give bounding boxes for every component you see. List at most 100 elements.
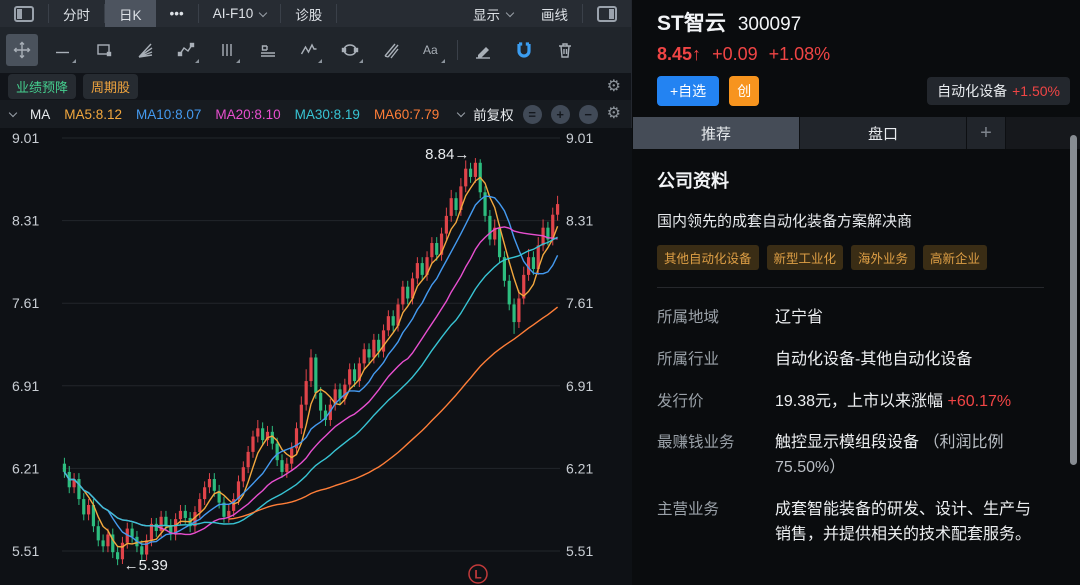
- y-axis-label-left: 8.31: [12, 213, 39, 229]
- field-value: 成套智能装备的研发、设计、生产与销售，并提供相关的技术配套服务。: [775, 498, 1044, 548]
- candle-body: [155, 524, 158, 531]
- company-tagline: 国内领先的成套自动化装备方案解决商: [657, 210, 1044, 231]
- candle-body: [430, 243, 433, 257]
- candle-body: [508, 281, 511, 305]
- candle-body: [488, 216, 491, 240]
- tab-ai-f10[interactable]: AI-F10: [199, 0, 281, 27]
- field-label: 最赚钱业务: [657, 431, 775, 481]
- candle-body: [145, 540, 148, 554]
- move-cross-tool[interactable]: [6, 34, 38, 66]
- gann-tool[interactable]: [252, 34, 284, 66]
- candle-body: [532, 257, 535, 269]
- drawing-toolbar: Aa: [0, 27, 631, 73]
- vertical-lines-icon: [217, 40, 237, 60]
- magnet-tool[interactable]: [508, 34, 540, 66]
- chinext-board-badge[interactable]: 创: [729, 76, 759, 106]
- display-menu-button[interactable]: 显示: [459, 0, 527, 27]
- polyline-tool[interactable]: [170, 34, 202, 66]
- candle-body: [242, 467, 245, 481]
- circle-tool[interactable]: [334, 34, 366, 66]
- chart-settings-gear-icon[interactable]: ⚙: [607, 106, 621, 122]
- move-cross-icon: [12, 40, 32, 60]
- text-tool[interactable]: Aa: [416, 34, 448, 66]
- candle-body: [256, 428, 259, 436]
- zoom-in-button[interactable]: +: [551, 105, 570, 124]
- panel-right-icon: [597, 6, 617, 22]
- wave-tool[interactable]: [293, 34, 325, 66]
- trash-icon: [555, 40, 575, 60]
- add-watchlist-button[interactable]: +自选: [657, 76, 719, 106]
- fan-lines-tool[interactable]: [129, 34, 161, 66]
- pitchfork-tool[interactable]: [375, 34, 407, 66]
- draw-line-button[interactable]: 画线: [527, 0, 582, 27]
- candle-body: [101, 540, 104, 546]
- biz-tag[interactable]: 高新企业: [923, 245, 987, 270]
- ma60-value: MA60:7.79: [374, 107, 439, 122]
- trend-line-tool[interactable]: [47, 34, 79, 66]
- ma-indicator-bar: MA MA5:8.12 MA10:8.07 MA20:8.10 MA30:8.1…: [0, 100, 631, 128]
- scrollbar-thumb[interactable]: [1070, 135, 1077, 465]
- tab-timeshare[interactable]: 分时: [49, 0, 104, 27]
- candle-body: [213, 479, 216, 491]
- y-axis-label-left: 9.01: [12, 130, 39, 146]
- y-axis-label-right: 7.61: [566, 295, 593, 311]
- trash-tool[interactable]: [549, 34, 581, 66]
- zoom-out-button[interactable]: −: [579, 105, 598, 124]
- business-tags: 其他自动化设备 新型工业化 海外业务 高新企业: [657, 245, 1044, 270]
- candle-body: [280, 460, 283, 472]
- candle-body: [314, 357, 317, 392]
- candle-body: [305, 381, 308, 405]
- price-change: +0.09: [712, 44, 758, 64]
- field-label: 所属地域: [657, 306, 775, 331]
- biz-tag[interactable]: 新型工业化: [767, 245, 844, 270]
- eraser-tool[interactable]: [467, 34, 499, 66]
- candle-body: [464, 169, 467, 187]
- magnet-icon: [514, 40, 534, 60]
- reset-zoom-button[interactable]: =: [523, 105, 542, 124]
- kline-chart[interactable]: 9.019.018.318.317.617.616.916.916.216.21…: [0, 128, 632, 585]
- indicator-collapse-chevron-icon[interactable]: [9, 108, 17, 116]
- adjust-mode-label[interactable]: 前复权: [473, 104, 514, 124]
- add-tab-button[interactable]: +: [967, 117, 1006, 149]
- kline-chart-area[interactable]: 9.019.018.318.317.617.616.916.916.216.21…: [0, 128, 632, 585]
- more-periods-button[interactable]: •••: [156, 0, 198, 27]
- tags-settings-gear-icon[interactable]: ⚙: [607, 79, 621, 95]
- text-aa-icon: Aa: [421, 40, 443, 60]
- tab-recommend[interactable]: 推荐: [633, 117, 800, 149]
- collapse-left-panel-button[interactable]: [0, 0, 48, 27]
- candle-body: [276, 444, 279, 461]
- candle-body: [406, 287, 409, 299]
- sector-badge[interactable]: 自动化设备+1.50%: [927, 77, 1070, 105]
- tag-earnings-decline[interactable]: 业绩预降: [8, 74, 76, 99]
- tab-diagnose[interactable]: 诊股: [281, 0, 336, 27]
- candle-body: [348, 369, 351, 384]
- rectangle-tool[interactable]: [88, 34, 120, 66]
- candle-body: [227, 511, 230, 517]
- adjust-mode-chevron-icon[interactable]: [457, 108, 465, 116]
- candle-body: [309, 357, 312, 381]
- tab-daily-k[interactable]: 日K: [105, 0, 156, 27]
- fan-lines-icon: [135, 40, 155, 60]
- field-label: 所属行业: [657, 348, 775, 373]
- biz-tag[interactable]: 海外业务: [851, 245, 915, 270]
- candle-body: [416, 263, 419, 278]
- ma30-value: MA30:8.19: [295, 107, 360, 122]
- tag-cyclical-stock[interactable]: 周期股: [83, 74, 138, 99]
- gain-since-ipo: +60.17%: [948, 393, 1012, 410]
- price-annotation: ←5.39: [124, 557, 168, 574]
- candle-body: [372, 340, 375, 358]
- y-axis-label-right: 8.31: [566, 213, 593, 229]
- vertical-lines-tool[interactable]: [211, 34, 243, 66]
- biz-tag[interactable]: 其他自动化设备: [657, 245, 759, 270]
- field-label: 主营业务: [657, 498, 775, 548]
- candle-body: [474, 163, 477, 177]
- tab-order-book[interactable]: 盘口: [800, 117, 967, 149]
- candle-body: [247, 452, 250, 467]
- chevron-down-icon: [506, 8, 514, 16]
- divider: [657, 287, 1044, 288]
- y-axis-label-right: 6.91: [566, 378, 593, 394]
- collapse-right-panel-button[interactable]: [583, 0, 631, 27]
- trend-line-icon: [53, 40, 73, 60]
- candle-body: [251, 437, 254, 452]
- chart-panel: 分时 日K ••• AI-F10 诊股 显示 画线: [0, 0, 632, 585]
